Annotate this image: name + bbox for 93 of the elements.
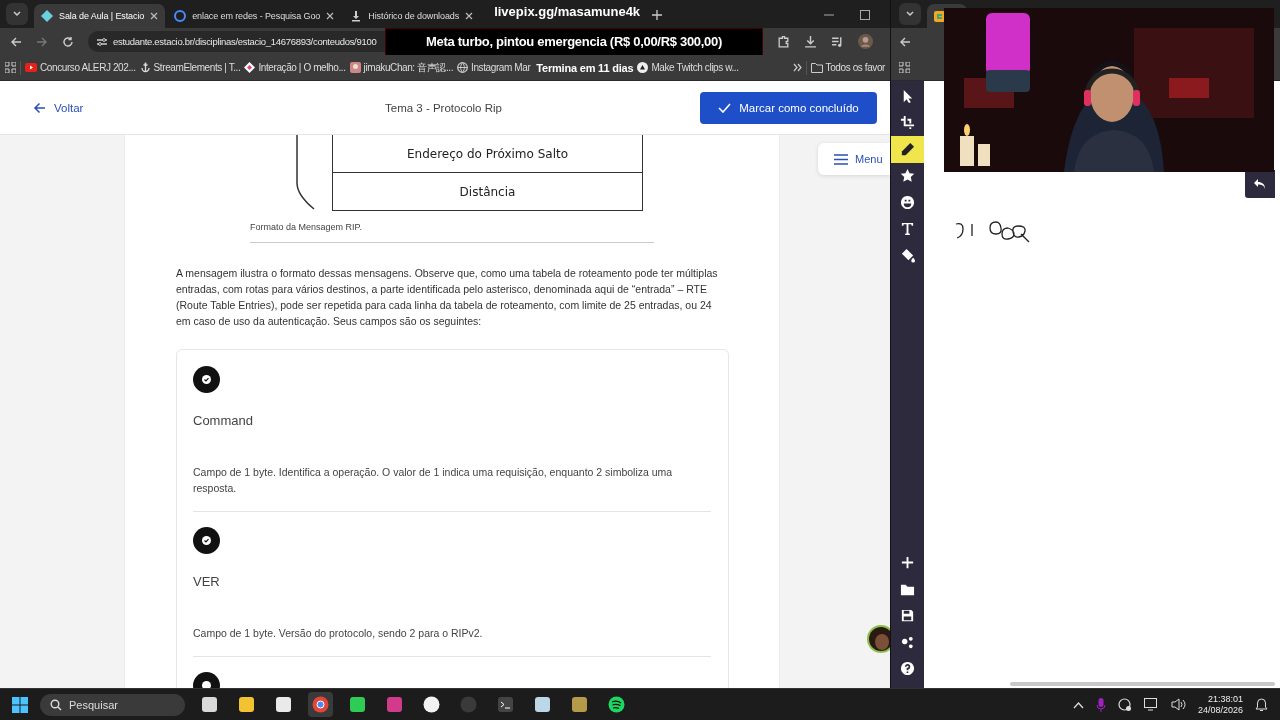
music-icon <box>608 696 625 713</box>
profile-avatar-icon[interactable] <box>858 34 873 49</box>
monitor-icon[interactable] <box>1143 698 1159 711</box>
folder-icon <box>810 62 823 73</box>
text-tool-icon <box>900 221 915 237</box>
extension-icon[interactable] <box>777 35 790 48</box>
close-icon[interactable] <box>150 12 159 20</box>
apps-grid-icon[interactable] <box>899 62 910 73</box>
help-icon <box>900 661 915 677</box>
field-name: Command <box>193 413 254 428</box>
browser-tab[interactable]: Sala de Aula | Estacio <box>34 4 166 28</box>
new-tab-icon[interactable] <box>652 10 663 20</box>
field-description: Campo de 1 byte. Versão do protocolo, sendo 2 para o RIPv2. <box>193 626 484 641</box>
donation-goal-banner: Meta turbo, pintou emergencia (R$ 0,00/R$ 300,00) <box>385 27 763 56</box>
undo-icon <box>1253 177 1267 191</box>
chevron-down-icon <box>905 9 915 19</box>
tab-list-button[interactable] <box>899 3 921 25</box>
folder-icon <box>238 696 255 713</box>
search-engine-icon <box>174 10 187 22</box>
diamond-icon <box>244 62 256 73</box>
menu-icon <box>834 153 848 165</box>
network-icon[interactable] <box>1117 697 1132 712</box>
close-icon[interactable] <box>465 12 474 20</box>
avatar-icon <box>349 62 361 73</box>
table-cell: Distância <box>333 172 642 210</box>
diamond-icon <box>41 10 53 22</box>
download-icon <box>350 10 363 22</box>
bookmark[interactable]: StreamElements | T... <box>139 62 241 73</box>
crop-icon <box>900 115 915 131</box>
clock-time[interactable]: 21:38:01 <box>1207 693 1243 705</box>
chevron-up-icon[interactable] <box>1072 700 1084 709</box>
save-icon <box>900 608 915 624</box>
clock-date[interactable]: 24/08/2026 <box>1197 704 1243 716</box>
back-icon[interactable] <box>899 35 911 48</box>
forward-icon[interactable] <box>36 35 48 48</box>
search-field[interactable]: Pesquisar <box>40 693 185 716</box>
table-cell-text: Endereço do Próximo Salto <box>405 145 570 163</box>
bookmark[interactable]: Instagram Mar Termina em 11 dias <box>457 61 634 74</box>
download-icon[interactable] <box>804 35 817 48</box>
back-icon[interactable] <box>10 35 22 48</box>
taskbar-app[interactable] <box>308 692 333 717</box>
anchor-icon <box>139 62 151 73</box>
search-icon <box>50 698 62 711</box>
field-name: VER <box>193 574 221 589</box>
maximize-icon[interactable] <box>860 10 870 20</box>
app-icon <box>386 696 403 713</box>
close-icon[interactable] <box>326 12 335 20</box>
arrow-left-icon <box>33 101 46 114</box>
figure-caption: Formato da Mensagem RIP. <box>250 222 654 243</box>
globe-icon <box>457 62 469 73</box>
browser-tab[interactable]: Histórico de downloads <box>343 4 481 28</box>
mark-complete-button[interactable]: Marcar como concluído <box>700 91 877 124</box>
plus-icon <box>900 555 915 571</box>
microphone-icon[interactable] <box>1095 697 1106 712</box>
star-icon <box>900 168 915 184</box>
menu-button[interactable]: Menu <box>818 143 890 175</box>
app-favicon-icon <box>934 10 945 22</box>
browser-icon <box>312 696 329 713</box>
bookmarks-folder[interactable]: Todos os favor <box>810 62 885 73</box>
media-icon[interactable] <box>831 35 844 48</box>
circle-icon <box>637 62 649 73</box>
pencil-icon <box>900 141 915 157</box>
horizontal-scrollbar[interactable] <box>1010 682 1275 686</box>
goal-deadline: Termina em 11 dias <box>536 61 634 74</box>
check-circle-icon <box>193 366 220 393</box>
bookmark[interactable]: Concurso ALERJ 202... <box>25 62 136 73</box>
windows-logo-icon[interactable] <box>12 696 28 713</box>
terminal-icon <box>497 696 514 713</box>
bell-icon[interactable] <box>1255 697 1268 712</box>
smiley-icon <box>900 194 915 210</box>
bookmark[interactable]: Interação | O melho... <box>244 62 346 73</box>
play-icon <box>25 63 37 72</box>
check-circle-icon <box>193 527 220 554</box>
browser-tab[interactable]: enlace em redes - Pesquisa Goo <box>167 4 342 28</box>
tab-list-button[interactable] <box>6 3 28 25</box>
page-title: Tema 3 - Protocolo Rip <box>385 101 503 114</box>
paint-bucket-icon <box>900 247 915 263</box>
settings-icon <box>900 634 915 650</box>
undo-button[interactable] <box>1245 170 1275 198</box>
apps-grid-icon[interactable] <box>5 62 16 73</box>
more-bookmarks-icon[interactable] <box>792 63 802 72</box>
bookmark[interactable]: Make Twitch clips w... <box>637 62 739 73</box>
volume-icon[interactable] <box>1170 698 1186 711</box>
paragraph: A mensagem ilustra o formato dessas mensagens. Observe que, como uma tabela de roteamento pode ter múltiplas entradas, com rotas para vários destinos, a parte identificada pelo asterisco, denominada aqui de “entrada” – RTE (Route Table Entries), pode ser repetida para cada linha da tabela de roteamento, com limite de 25 entradas, ou 24 em caso de uso da autenticação. Seus campos são os seguintes: <box>176 266 719 329</box>
address-bar[interactable]: estudante.estacio.br/disciplinas/estacio_14676893/conteudos/9100 <box>88 31 385 52</box>
check-icon <box>718 102 732 113</box>
chevron-down-icon <box>12 9 22 19</box>
back-link[interactable]: Voltar <box>33 101 385 114</box>
bookmark[interactable]: jimakuChan: 音声認... <box>349 60 454 75</box>
tool-button[interactable] <box>891 136 924 163</box>
site-info-icon[interactable] <box>96 35 108 48</box>
field-description: Campo de 1 byte. Identifica a operação. O valor de 1 indica uma requisição, enquanto 2 simboliza uma resposta. <box>193 465 674 496</box>
reload-icon[interactable] <box>62 35 74 48</box>
